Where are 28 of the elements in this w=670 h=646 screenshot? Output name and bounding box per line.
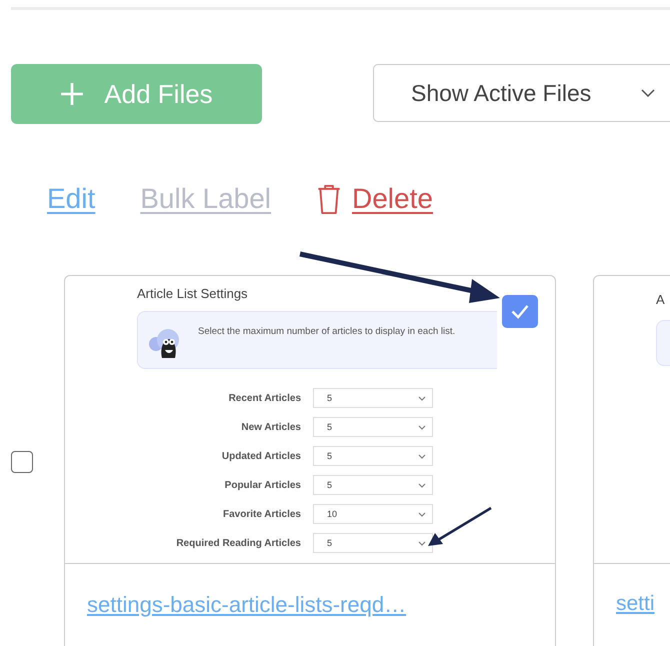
filter-dropdown[interactable]: Show Active Files bbox=[373, 64, 670, 122]
checkbox[interactable] bbox=[502, 295, 538, 328]
info-text: Select the maximum number of articles to display in each list. bbox=[198, 326, 456, 337]
plus-icon bbox=[60, 82, 84, 106]
annotation-arrow bbox=[428, 506, 492, 546]
chevron-down-icon bbox=[418, 454, 426, 458]
preview-title: Article List Settings bbox=[137, 286, 249, 301]
file-name-link[interactable]: setti bbox=[616, 592, 655, 615]
preview-title: A bbox=[656, 292, 666, 307]
chevron-down-icon bbox=[418, 540, 426, 546]
setting-label: Required Reading Articles bbox=[175, 538, 301, 548]
edit-link[interactable]: Edit bbox=[47, 183, 96, 215]
trash-icon bbox=[316, 184, 342, 214]
chevron-down-icon bbox=[418, 482, 426, 488]
delete-link[interactable]: Delete bbox=[352, 183, 433, 215]
checkmark-icon bbox=[510, 304, 530, 319]
chevron-down-icon bbox=[418, 512, 426, 516]
setting-label: Updated Articles bbox=[220, 450, 301, 462]
chevron-down-icon bbox=[418, 424, 426, 430]
chevron-down-icon bbox=[641, 89, 656, 97]
setting-label: New Articles bbox=[240, 422, 301, 432]
row-checkbox[interactable] bbox=[11, 451, 33, 473]
setting-label: Popular Articles bbox=[224, 480, 301, 490]
file-name-link[interactable]: settings-basic-article-lists-reqd… bbox=[87, 592, 406, 617]
setting-label: Favorite Articles bbox=[222, 508, 301, 520]
add-files-button[interactable]: Add Files bbox=[11, 64, 262, 124]
chevron-down-icon bbox=[418, 396, 426, 400]
setting-label: Recent Articles bbox=[228, 392, 301, 404]
